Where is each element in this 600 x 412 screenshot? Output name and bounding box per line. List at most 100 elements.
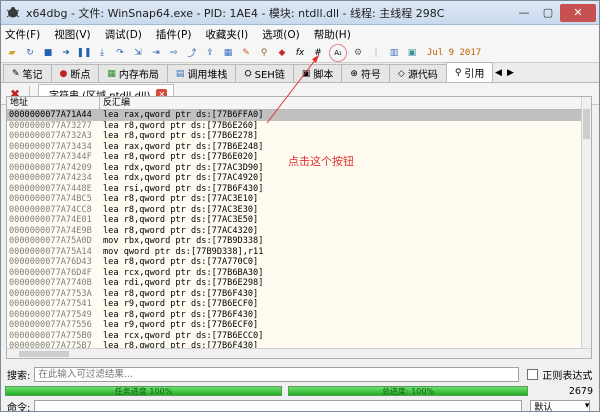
menu-options[interactable]: 选项(O) (262, 27, 299, 42)
menu-file[interactable]: 文件(F) (5, 27, 40, 42)
column-header-address[interactable]: 地址 (7, 97, 100, 109)
row-disassembly: mov qword ptr ds:[77B9D338],r11 (103, 246, 264, 257)
scroll-thumb[interactable] (583, 109, 590, 139)
column-header-disassembly[interactable]: 反汇编 (100, 97, 130, 109)
table-row[interactable]: 0000000077A7740B lea rdi,qword ptr ds:[77… (7, 278, 591, 289)
menu-view[interactable]: 视图(V) (54, 27, 90, 42)
run-icon[interactable]: ➜ (59, 46, 73, 60)
row-address: 0000000077A775B0 (9, 330, 92, 341)
table-row[interactable]: 0000000077A76D43 lea r8,qword ptr ds:[77A… (7, 257, 591, 268)
pencil-icon[interactable]: ✎ (239, 46, 253, 60)
search-bar: 搜索: 正则表达式 (1, 365, 599, 383)
table-row[interactable]: 0000000077A73434 lea rax,qword ptr ds:[77… (7, 142, 591, 153)
tab-symbols[interactable]: ⊕ 符号 (341, 64, 390, 82)
tab-memory-map[interactable]: ▦ 内存布局 (98, 64, 168, 82)
step-into-icon[interactable]: ⤓ (95, 46, 109, 60)
chevron-down-icon: ▾ (584, 401, 590, 411)
row-disassembly: lea rcx,qword ptr ds:[77B6ECC0] (103, 330, 264, 341)
open-folder-icon[interactable]: ▰ (5, 46, 19, 60)
table-row[interactable]: 0000000077A77541 lea r9,qword ptr ds:[77B… (7, 299, 591, 310)
tab-scroll-right-icon[interactable]: ▶ (504, 64, 516, 82)
execute-till-return-icon[interactable]: ⤴ (185, 46, 199, 60)
menu-plugins[interactable]: 插件(P) (156, 27, 192, 42)
row-address: 0000000077A74CC8 (9, 204, 92, 215)
command-label: 命令: (7, 402, 31, 412)
row-disassembly: mov rbx,qword ptr ds:[77B9D338] (103, 236, 264, 246)
font-size-icon[interactable]: A₁ (329, 43, 347, 62)
close-debug-icon[interactable]: ■ (41, 46, 55, 60)
result-count: 2679 (568, 385, 593, 397)
table-row[interactable]: 0000000077A77549 lea r8,qword ptr ds:[77B… (7, 310, 591, 321)
menu-debug[interactable]: 调试(D) (105, 27, 142, 42)
eraser-icon[interactable]: ◆ (275, 46, 289, 60)
table-row[interactable]: 0000000077A74E01 lea r8,qword ptr ds:[77A… (7, 215, 591, 226)
calculator-icon[interactable]: ▥ (387, 46, 401, 60)
link-icon[interactable]: ⚲ (257, 46, 271, 60)
command-mode-value: 默认 (534, 402, 553, 412)
toolbar: ▰ ↻ ■ ➜ ❚❚ ⤓ ↷ ⇲ ⇥ ⇨ ⤴ ⇪ ▦ ✎ ⚲ ◆ fx # A₁… (1, 43, 599, 63)
row-disassembly: lea rax,qword ptr ds:[77B6E248] (103, 141, 264, 152)
row-disassembly: lea r9,qword ptr ds:[77B6ECF0] (103, 299, 259, 309)
animate-icon[interactable]: ⇪ (203, 46, 217, 60)
command-bar: 命令: 默认 ▾ (1, 399, 599, 412)
menu-favourites[interactable]: 收藏夹(I) (205, 27, 248, 42)
grid-icon[interactable]: ▦ (221, 46, 235, 60)
search-input[interactable] (34, 366, 520, 382)
table-row[interactable]: 0000000077A77556 lea r9,qword ptr ds:[77B… (7, 320, 591, 331)
trace-into-icon[interactable]: ⇲ (131, 46, 145, 60)
horizontal-scrollbar[interactable] (7, 348, 591, 358)
tab-label: 脚本 (313, 70, 334, 81)
step-over-icon[interactable]: ↷ (113, 46, 127, 60)
table-row[interactable]: 0000000077A75A14 mov qword ptr ds:[77B9D3… (7, 247, 591, 258)
row-address: 0000000077A73434 (9, 141, 92, 152)
table-row[interactable]: 0000000077A74BC5 lea r8,qword ptr ds:[77A… (7, 194, 591, 205)
tab-seh-chain[interactable]: ⛭ SEH链 (235, 64, 294, 82)
row-address: 0000000077A75A14 (9, 246, 92, 257)
scroll-thumb[interactable] (19, 351, 69, 357)
command-input[interactable] (34, 400, 523, 411)
vertical-scrollbar[interactable] (581, 97, 591, 358)
table-row[interactable]: 0000000077A7753A lea r8,qword ptr ds:[77B… (7, 289, 591, 300)
table-row[interactable]: 0000000077A74E9B lea r8,qword ptr ds:[77A… (7, 226, 591, 237)
tab-scroll-left-icon[interactable]: ◀ (492, 64, 504, 82)
table-row[interactable]: 0000000077A74CC8 lea r8,qword ptr ds:[77A… (7, 205, 591, 216)
table-row[interactable]: 0000000077A7448E lea rsi,qword ptr ds:[77… (7, 184, 591, 195)
trace-over-icon[interactable]: ⇥ (149, 46, 163, 60)
table-row[interactable]: 0000000077A74234 lea rdx,qword ptr ds:[77… (7, 173, 591, 184)
tab-source[interactable]: ◇ 源代码 (388, 64, 447, 82)
minimize-button[interactable]: — (512, 4, 536, 22)
table-row[interactable]: 0000000077A732A3 lea r8,qword ptr ds:[77B… (7, 131, 591, 142)
tab-label: 源代码 (407, 70, 438, 81)
maximize-button[interactable]: ▢ (536, 4, 560, 22)
table-row[interactable]: 0000000077A76D4F lea rcx,qword ptr ds:[77… (7, 268, 591, 279)
table-row[interactable]: 0000000077A71A44 lea rax,qword ptr ds:[77… (7, 110, 591, 121)
row-address: 0000000077A7753A (9, 288, 92, 299)
table-row[interactable]: 0000000077A775B0 lea rcx,qword ptr ds:[77… (7, 331, 591, 342)
device-icon[interactable]: ▣ (405, 46, 419, 60)
row-disassembly: lea r8,qword ptr ds:[77B6E020] (103, 152, 259, 162)
total-progress-bar: 总进度: 100% (288, 386, 528, 396)
tab-script[interactable]: ▣ 脚本 (292, 64, 343, 82)
tab-references[interactable]: ⚲ 引用 (445, 62, 494, 82)
command-mode-select[interactable]: 默认 ▾ (530, 400, 591, 412)
close-button[interactable]: ✕ (560, 3, 596, 22)
table-row[interactable]: 0000000077A75A0D mov rbx,qword ptr ds:[77… (7, 236, 591, 247)
tab-label: 引用 (464, 69, 485, 80)
tab-breakpoints[interactable]: ● 断点 (50, 64, 100, 82)
restart-icon[interactable]: ↻ (23, 46, 37, 60)
search-label: 搜索: (7, 370, 31, 382)
menu-help[interactable]: 帮助(H) (314, 27, 351, 42)
run-to-user-icon[interactable]: ⇨ (167, 46, 181, 60)
pause-icon[interactable]: ❚❚ (76, 46, 91, 60)
tab-notes[interactable]: ✎ 笔记 (3, 64, 52, 82)
fx-icon[interactable]: fx (293, 46, 307, 60)
x64dbg-bug-icon (6, 6, 20, 17)
row-disassembly: lea r9,qword ptr ds:[77B6ECF0] (103, 320, 259, 330)
script-icon[interactable]: ⚙ (351, 46, 365, 60)
hash-icon[interactable]: # (311, 46, 325, 60)
regex-checkbox[interactable] (527, 368, 539, 380)
task-progress-bar: 任务进度 100% (5, 386, 282, 396)
tab-call-stack[interactable]: ▤ 调用堆栈 (166, 64, 237, 82)
table-row[interactable]: 0000000077A73277 lea r8,qword ptr ds:[77B… (7, 121, 591, 132)
row-address: 0000000077A75A0D (9, 236, 92, 246)
